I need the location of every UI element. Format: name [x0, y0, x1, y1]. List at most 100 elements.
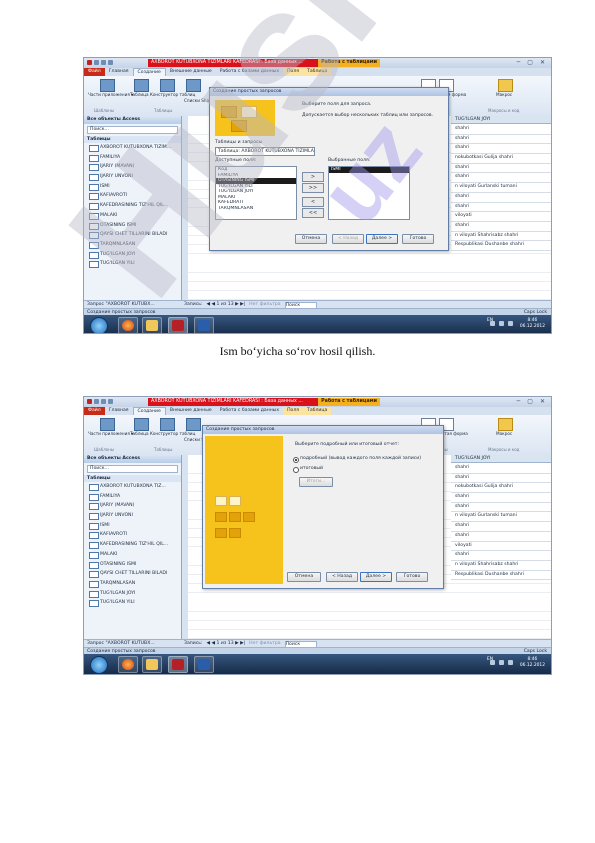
tab-external-data[interactable]: Внешние данные	[166, 407, 216, 415]
selected-fields-list[interactable]: ISMI	[328, 166, 410, 220]
save-icon[interactable]	[94, 60, 99, 65]
maximize-icon[interactable]: ▢	[527, 398, 533, 406]
nav-item-table[interactable]: IJARIY UNVONI	[84, 172, 181, 182]
nav-search-input[interactable]: Поиск...	[87, 465, 178, 473]
detail-radio[interactable]: подробный (вывод каждого поля каждой зап…	[293, 456, 421, 463]
table-cell[interactable]: shahri	[451, 163, 551, 174]
nav-item-table[interactable]: MALAKI	[84, 211, 181, 221]
column-header[interactable]: TUG'ILGAN JOYI	[451, 455, 551, 463]
nav-item-table[interactable]: FAMILIYA	[84, 153, 181, 163]
nav-item-table[interactable]: FAMILIYA	[84, 492, 181, 502]
table-cell[interactable]: n viloyati Shahrisabz shahri	[451, 231, 551, 242]
nav-item-table[interactable]: TUG'ILGAN JOYI	[84, 589, 181, 599]
table-cell[interactable]: shahri	[451, 473, 551, 484]
tray-language[interactable]: EN	[487, 657, 493, 663]
back-button[interactable]: < Назад	[332, 234, 364, 244]
table-cell[interactable]: n viloyati Gurlanski tumani	[451, 183, 551, 193]
explorer-folder-icon[interactable]	[142, 656, 162, 673]
column-header[interactable]: TUG'ILGAN JOYI	[451, 116, 551, 124]
table-cell[interactable]: viloyati	[451, 212, 551, 222]
table-design-icon[interactable]	[160, 79, 175, 92]
table-cell[interactable]: shahri	[451, 192, 551, 203]
table-cell[interactable]: shahri	[451, 493, 551, 503]
tray-clock[interactable]: 8:46 06.12.2012	[520, 318, 545, 330]
table-icon[interactable]	[134, 79, 149, 92]
summary-radio[interactable]: итоговый	[293, 466, 323, 473]
app-parts-icon[interactable]	[100, 79, 115, 92]
next-button[interactable]: Далее >	[366, 234, 398, 244]
nav-item-table[interactable]: IJARIY UNVONI	[84, 511, 181, 521]
nav-item-table[interactable]: TUG'ILGAN YILI	[84, 598, 181, 608]
close-icon[interactable]: ✕	[540, 398, 545, 406]
macro-icon[interactable]	[498, 418, 513, 431]
table-cell[interactable]: shahri	[451, 522, 551, 532]
window-controls[interactable]: ─ ▢ ✕	[517, 59, 545, 67]
nav-item-table[interactable]: KAFEDRASINING TIZ'HIL QIL...	[84, 201, 181, 211]
redo-icon[interactable]	[108, 60, 113, 65]
nav-item-table[interactable]: TUG'ILGAN JOYI	[84, 250, 181, 260]
list-item[interactable]: ISMI	[329, 167, 409, 173]
minimize-icon[interactable]: ─	[517, 59, 521, 67]
nav-item-table[interactable]: KAFIAVROTI	[84, 530, 181, 540]
window-controls[interactable]: ─ ▢ ✕	[517, 398, 545, 406]
table-cell[interactable]: viloyati	[451, 541, 551, 552]
table-cell[interactable]: shahri	[451, 464, 551, 474]
start-button-icon[interactable]	[90, 656, 108, 674]
tab-external-data[interactable]: Внешние данные	[166, 68, 216, 76]
remove-field-button[interactable]: <	[302, 197, 324, 207]
nav-header[interactable]: Все объекты Access	[84, 455, 181, 463]
table-cell[interactable]: shahri	[451, 502, 551, 513]
start-button-icon[interactable]	[90, 317, 108, 333]
save-icon[interactable]	[94, 399, 99, 404]
table-cell[interactable]: shahri	[451, 134, 551, 145]
tab-database-tools[interactable]: Работа с базами данных	[216, 68, 283, 76]
table-cell[interactable]: shahri	[451, 202, 551, 213]
available-fields-list[interactable]: Код FAMILIYA OTASINING ISMI TUG'ILGAN YI…	[215, 166, 297, 220]
nav-item-table[interactable]: AXBOROT KUTUBXONA TIZ...	[84, 482, 181, 492]
nav-item-table[interactable]: IJARIY (MAVAN)	[84, 501, 181, 511]
nav-section-tables[interactable]: Таблицы	[84, 475, 181, 482]
next-button[interactable]: Далее >	[360, 572, 392, 582]
table-design-icon[interactable]	[160, 418, 175, 431]
cancel-button[interactable]: Отмена	[295, 234, 327, 244]
finish-button[interactable]: Готово	[396, 572, 428, 582]
table-cell[interactable]: shahri	[451, 531, 551, 542]
tray-flag-icon[interactable]	[499, 660, 504, 665]
nav-item-table[interactable]: MALAKI	[84, 550, 181, 560]
tab-home[interactable]: Главная	[105, 407, 133, 415]
tray-flag-icon[interactable]	[499, 321, 504, 326]
minimize-icon[interactable]: ─	[517, 398, 521, 406]
record-selectors[interactable]	[182, 116, 188, 300]
add-all-fields-button[interactable]: >>	[302, 183, 324, 193]
table-cell[interactable]: Respublikasi Dushanbe shahri	[451, 570, 551, 581]
tray-language[interactable]: EN	[487, 318, 493, 324]
nav-item-table[interactable]: KAFIAVROTI	[84, 191, 181, 201]
table-cell[interactable]: nokubotkasi Gulija shahri	[451, 483, 551, 494]
back-button[interactable]: < Назад	[326, 572, 358, 582]
macro-icon[interactable]	[498, 79, 513, 92]
table-cell[interactable]: Respublikasi Dushanbe shahri	[451, 241, 551, 251]
undo-icon[interactable]	[101, 399, 106, 404]
table-cell[interactable]: n viloyati Gurlanski tumani	[451, 512, 551, 523]
record-selectors[interactable]	[182, 455, 188, 639]
add-field-button[interactable]: >	[302, 172, 324, 182]
nav-item-table[interactable]: QAYSI CHET TILLARINI BILADI	[84, 569, 181, 579]
cancel-button[interactable]: Отмена	[287, 572, 321, 582]
macro-label[interactable]: Макрос	[496, 431, 512, 436]
word-taskbar-icon[interactable]	[194, 656, 214, 673]
system-tray[interactable]	[490, 660, 513, 665]
nav-item-table[interactable]: AXBOROT KUTUBXONA TIZIM...	[84, 143, 181, 153]
app-parts-icon[interactable]	[100, 418, 115, 431]
nav-item-table[interactable]: IJARIY (MAVAN)	[84, 162, 181, 172]
system-tray[interactable]	[490, 321, 513, 326]
tab-create[interactable]: Создание	[132, 68, 166, 76]
maximize-icon[interactable]: ▢	[527, 59, 533, 67]
nav-item-table[interactable]: OTASINING ISMI	[84, 560, 181, 570]
list-item[interactable]: TARQMNLASAN	[216, 206, 296, 212]
finish-button[interactable]: Готово	[402, 234, 434, 244]
tab-table[interactable]: Таблица	[303, 68, 332, 76]
table-cell[interactable]: shahri	[451, 173, 551, 184]
table-cell[interactable]: shahri	[451, 125, 551, 135]
sharepoint-lists-icon[interactable]	[186, 79, 201, 92]
app-parts-label[interactable]: Части приложения ▾	[88, 92, 133, 97]
